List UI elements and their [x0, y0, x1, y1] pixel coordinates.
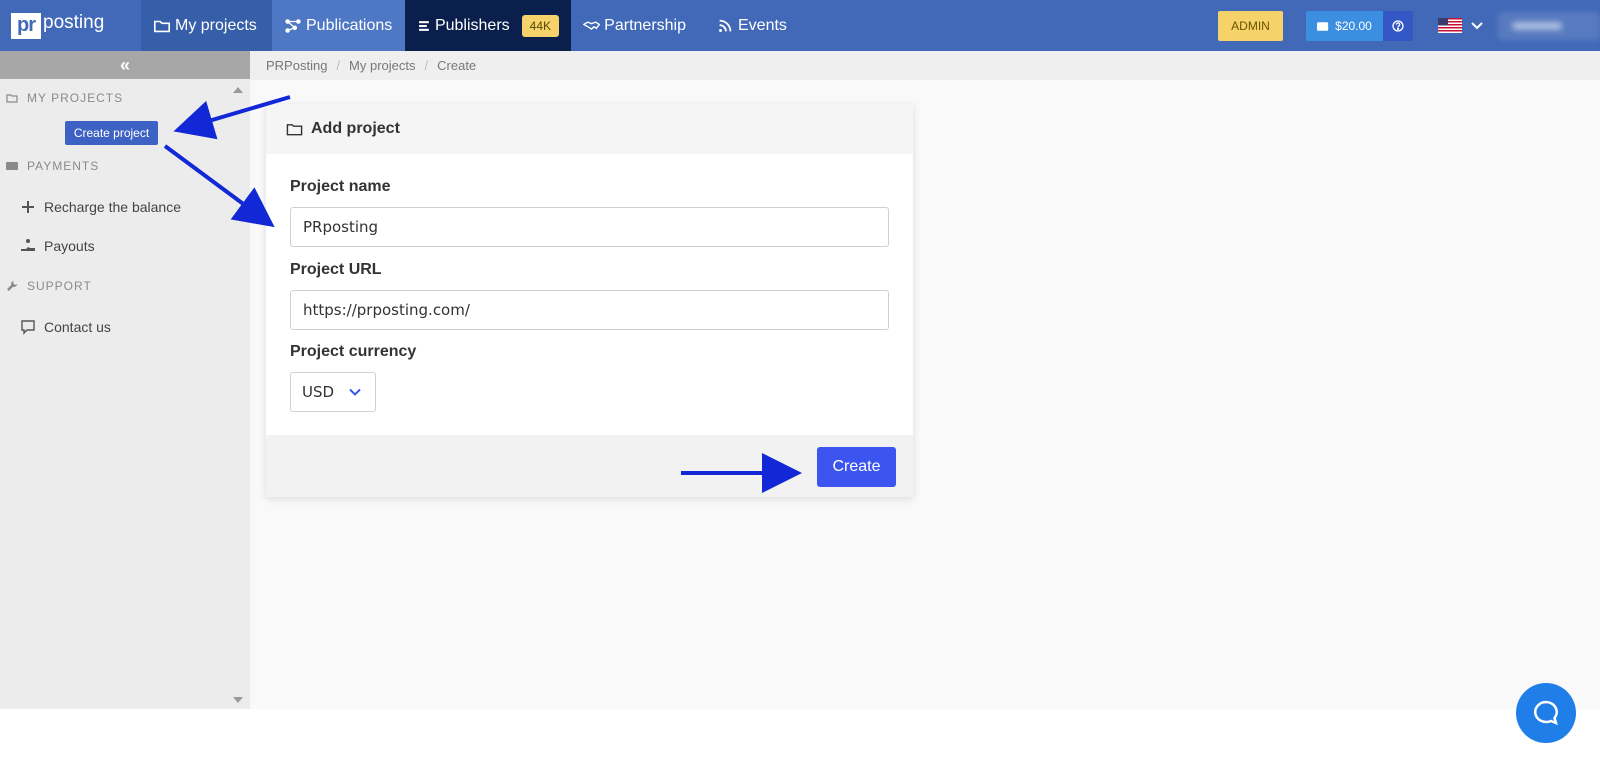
chat-icon	[21, 320, 35, 335]
nav-my-projects[interactable]: My projects	[141, 0, 272, 51]
wallet-icon	[1317, 21, 1329, 31]
help-icon	[1392, 20, 1404, 32]
nav-events[interactable]: Events	[704, 0, 804, 51]
admin-button[interactable]: ADMIN	[1218, 11, 1283, 41]
sidebar-item-label: Contact us	[44, 319, 111, 335]
nav-publishers-label: Publishers	[434, 16, 510, 34]
chat-icon	[1534, 700, 1558, 726]
section-title: PAYMENTS	[27, 159, 100, 173]
chevron-down-icon[interactable]	[1470, 19, 1484, 33]
section-title: MY PROJECTS	[27, 91, 124, 105]
breadcrumb-separator: /	[336, 58, 341, 73]
sidebar: « MY PROJECTS Create project PAYMENTS Re…	[0, 51, 250, 709]
sidebar-item-label: Recharge the balance	[44, 199, 181, 215]
breadcrumb-item-my-projects[interactable]: My projects	[349, 58, 415, 73]
sidebar-scroll-down[interactable]	[233, 697, 243, 703]
balance-amount: $20.00	[1335, 19, 1372, 33]
folder-icon	[286, 123, 303, 135]
nav-partnership-label: Partnership	[604, 16, 686, 34]
breadcrumb: PRPosting / My projects / Create	[250, 51, 1600, 80]
currency-select[interactable]: USD	[290, 372, 376, 412]
sidebar-section-payments: PAYMENTS	[6, 159, 99, 173]
sidebar-section-support: SUPPORT	[6, 279, 92, 293]
nav-my-projects-label: My projects	[175, 16, 257, 34]
user-menu[interactable]	[1498, 12, 1600, 40]
card-footer: Create	[266, 435, 913, 497]
breadcrumb-separator: /	[424, 58, 429, 73]
help-button[interactable]	[1383, 11, 1413, 41]
payout-icon	[21, 239, 35, 251]
publishers-count-badge: 44K	[521, 14, 559, 37]
nav-publishers[interactable]: Publishers 44K	[405, 0, 571, 51]
sidebar-section-my-projects: MY PROJECTS	[6, 91, 123, 105]
nav-events-label: Events	[738, 16, 787, 34]
nav-publications-label: Publications	[306, 16, 393, 34]
logo-text: posting	[43, 12, 105, 33]
brand-logo[interactable]: pr posting	[11, 12, 105, 39]
sidebar-scroll-up[interactable]	[233, 87, 243, 93]
publications-icon	[285, 18, 301, 33]
section-title: SUPPORT	[27, 279, 92, 293]
rss-icon	[719, 19, 732, 32]
plus-icon	[22, 201, 34, 213]
nav-publications[interactable]: Publications	[272, 0, 405, 51]
us-flag-icon[interactable]	[1438, 18, 1462, 33]
project-name-label: Project name	[290, 178, 391, 195]
sidebar-item-recharge[interactable]: Recharge the balance	[20, 199, 181, 215]
create-button[interactable]: Create	[817, 447, 896, 487]
project-currency-label: Project currency	[290, 343, 417, 360]
currency-selected-value: USD	[302, 383, 335, 401]
card-header: Add project	[266, 104, 913, 154]
main-content: PRPosting / My projects / Create Add pro…	[250, 51, 1600, 709]
live-chat-button[interactable]	[1516, 683, 1576, 743]
project-url-label: Project URL	[290, 261, 382, 278]
nav-partnership[interactable]: Partnership	[571, 0, 698, 51]
balance-button[interactable]: $20.00	[1306, 11, 1383, 41]
project-name-input[interactable]	[290, 207, 889, 247]
logo-mark: pr	[11, 13, 41, 39]
wallet-icon	[6, 162, 18, 170]
folder-icon	[153, 20, 171, 32]
sidebar-item-label: Payouts	[44, 238, 95, 254]
sidebar-item-payouts[interactable]: Payouts	[20, 238, 95, 254]
add-project-card: Add project Project name Project URL Pro…	[266, 104, 913, 497]
folder-icon	[6, 94, 18, 103]
card-title: Add project	[311, 120, 400, 137]
top-navbar: pr posting My projects Publications Publ…	[0, 0, 1600, 51]
breadcrumb-item-create: Create	[437, 58, 477, 73]
create-project-button[interactable]: Create project	[65, 121, 158, 145]
wrench-icon	[7, 281, 17, 291]
sidebar-collapse-button[interactable]: «	[0, 51, 250, 79]
breadcrumb-item-home[interactable]: PRPosting	[266, 58, 327, 73]
project-url-input[interactable]	[290, 290, 889, 330]
sidebar-item-contact[interactable]: Contact us	[20, 319, 111, 335]
publishers-icon	[419, 20, 429, 31]
chevron-down-icon	[349, 388, 361, 396]
handshake-icon	[583, 20, 601, 30]
